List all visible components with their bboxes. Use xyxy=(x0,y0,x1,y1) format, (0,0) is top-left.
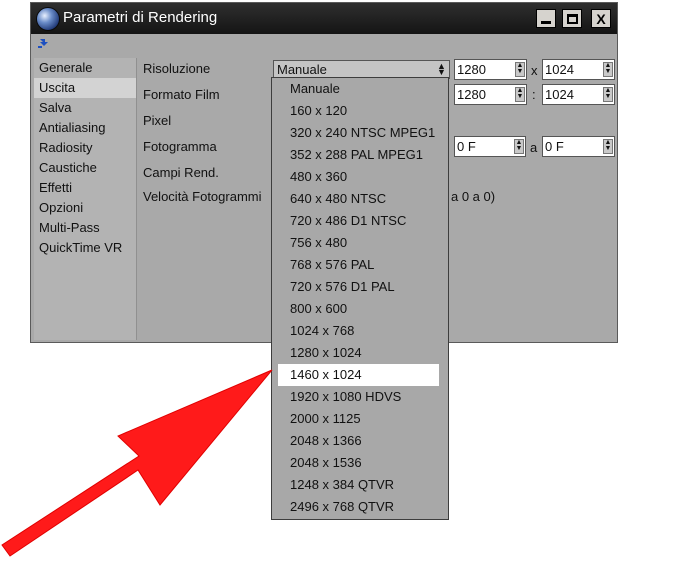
annotation-arrow-icon xyxy=(1,369,273,557)
